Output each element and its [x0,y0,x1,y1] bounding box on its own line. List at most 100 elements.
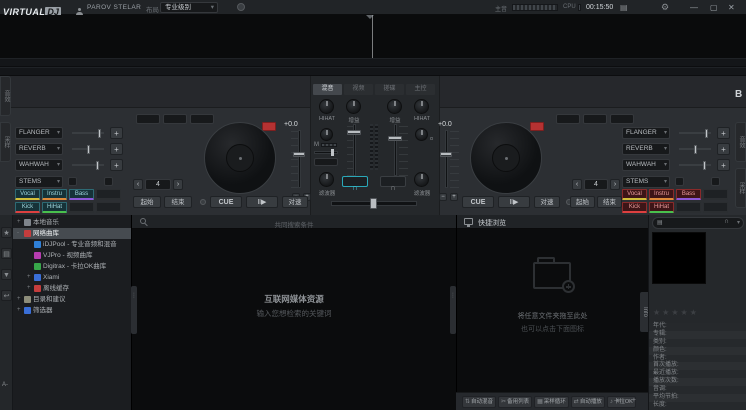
play-button-a[interactable]: Ⅱ▶ [246,196,278,208]
stem-pad[interactable]: HiHat [649,202,674,213]
cue-button-a[interactable]: CUE [210,196,242,208]
prelisten-headphone-icon[interactable]: ∩ [724,218,729,225]
fx-add-button[interactable]: + [717,143,730,155]
loop-size-display[interactable]: 4 [145,179,171,190]
aux-knob-right[interactable] [415,128,428,141]
fx-add-button[interactable]: + [110,127,123,139]
panel-side-tab[interactable]: 音效 [735,122,746,162]
aux-knob-left[interactable] [320,128,333,141]
headphone-volume-slider[interactable] [314,151,338,154]
fx-slider[interactable] [679,148,711,150]
shift-dot-button[interactable] [200,199,206,205]
expand-toggle[interactable]: + [27,272,32,283]
folder-tree-item[interactable]: - 网络曲库 [13,228,131,239]
fx-select[interactable]: FLANGER▾ [15,127,63,139]
cue-button-b[interactable]: CUE [462,196,494,208]
loop-in-button[interactable]: 起始 [133,196,161,208]
loop-size-display[interactable]: 4 [584,179,608,190]
stem-pad[interactable]: Vocal [15,189,40,200]
loop-half-button[interactable]: ‹ [133,179,143,190]
play-button-b[interactable]: Ⅱ▶ [498,196,530,208]
stems-page-button[interactable] [711,177,720,186]
stem-pad[interactable]: Instru [42,189,67,200]
folder-tree-item[interactable]: Digitrax - 卡拉OK曲库 [13,261,131,272]
headphone-mix-box[interactable] [314,158,338,166]
cue-headphone-b[interactable]: ∩ [380,176,406,187]
sideview-tab[interactable]: ✂备用列表 [498,396,532,408]
waveform-display[interactable] [0,15,746,58]
fx-slider-handle[interactable] [98,129,101,138]
close-button[interactable]: ✕ [728,3,735,12]
fx-slider-handle[interactable] [96,161,99,170]
jog-wheel-b[interactable] [470,122,542,194]
channel-fader-handle-b[interactable] [388,136,402,141]
loop-in-button[interactable]: 起始 [570,196,595,208]
gain-knob-b[interactable] [387,99,402,114]
browser-tool-button[interactable]: ▤ [1,248,12,259]
stem-pad[interactable]: Vocal [622,189,647,200]
mixer-tab[interactable]: 搓碟 [375,84,404,95]
loop-double-button[interactable]: › [173,179,183,190]
channel-fader-handle-a[interactable] [347,130,361,135]
stem-pad[interactable]: Instru [649,189,674,200]
fx-select[interactable]: WAHWAH▾ [15,159,63,171]
stem-pad[interactable] [676,202,701,213]
fx-slider-handle[interactable] [87,145,90,154]
stems-page-button[interactable] [675,177,684,186]
hotcue-slot[interactable] [190,114,214,124]
expand-toggle[interactable]: + [17,294,22,305]
search-hint[interactable]: 共同搜索条件 [132,219,456,229]
pitch-plus-button[interactable]: + [450,193,458,201]
stem-eq-knob-right[interactable] [414,99,429,114]
hotcue-slot[interactable] [163,114,187,124]
keylock-indicator-a[interactable] [262,122,276,131]
browser-tool-button[interactable]: ↩ [1,290,12,301]
fx-add-button[interactable]: + [717,159,730,171]
stem-pad[interactable] [96,202,121,213]
folder-tree-item[interactable]: + 本地音乐 [13,217,131,228]
font-size-button[interactable]: A- [2,382,8,388]
fx-slider-handle[interactable] [703,161,706,170]
mixer-tab[interactable]: 主控 [406,84,435,95]
track-overview-b[interactable] [0,67,746,76]
pitch-handle-a[interactable] [293,152,305,157]
fx-slider-handle[interactable] [694,145,697,154]
mixer-tab[interactable]: 混音 [313,84,342,95]
channel-fader-b[interactable] [394,124,397,176]
sync-button-a[interactable]: 对速 [282,196,308,208]
keylock-indicator-b[interactable] [530,122,544,131]
loop-out-button[interactable]: 结束 [597,196,622,208]
gear-icon[interactable]: ⚙ [661,2,669,13]
pitch-slider-a[interactable] [298,130,301,188]
folder-tree-item[interactable]: VJPro - 视频曲库 [13,250,131,261]
fx-slider[interactable] [72,132,104,134]
gain-knob-a[interactable] [346,99,361,114]
folder-tree-item[interactable]: + Xiami [13,272,131,283]
user-name[interactable]: PAROV STELAR [87,4,141,11]
sideview-tab[interactable]: ⇄自动播放 [571,396,605,408]
hotcue-slot[interactable] [583,114,607,124]
slider-handle[interactable] [331,149,334,156]
stem-pad[interactable] [96,189,121,200]
fx-add-button[interactable]: + [717,127,730,139]
fx-slider[interactable] [72,164,104,166]
fx-slider-handle[interactable] [705,129,708,138]
fx-select[interactable]: REVERB▾ [622,143,670,155]
expand-toggle[interactable]: + [17,217,22,228]
sideview-tab[interactable]: ⇅自动混音 [462,396,496,408]
folder-tree-item[interactable]: iDJPool - 专业音频和混音 [13,239,131,250]
loop-double-button[interactable]: › [610,179,620,190]
fx-add-button[interactable]: + [110,143,123,155]
track-overview-a[interactable] [0,58,746,67]
browser-tool-button[interactable]: ▼ [1,269,12,280]
fx-select[interactable]: FLANGER▾ [622,127,670,139]
folder-tree-item[interactable]: + 目录和建议 [13,294,131,305]
fx-slider[interactable] [679,132,711,134]
stem-pad[interactable]: HiHat [42,202,67,213]
stem-pad[interactable] [703,189,728,200]
record-icon[interactable] [237,3,245,11]
panel-side-tab[interactable]: 音效 [0,76,11,116]
hotcue-slot[interactable] [136,114,160,124]
loop-half-button[interactable]: ‹ [572,179,582,190]
stems-page-button[interactable] [68,177,77,186]
